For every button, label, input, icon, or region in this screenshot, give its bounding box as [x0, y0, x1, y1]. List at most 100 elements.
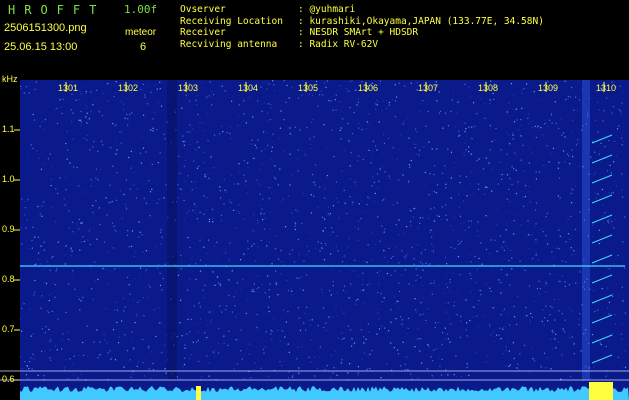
noise-speck: [407, 369, 409, 371]
noise-speck: [319, 356, 321, 358]
noise-speck: [67, 149, 69, 151]
noise-speck: [147, 100, 150, 102]
noise-speck: [348, 238, 350, 240]
x-tick-label: 1307: [418, 83, 439, 93]
noise-speck: [30, 357, 32, 359]
noise-speck: [114, 309, 116, 311]
noise-speck: [144, 271, 146, 273]
noise-speck: [577, 139, 579, 141]
noise-speck: [285, 101, 287, 103]
noise-speck: [260, 86, 262, 88]
noise-speck: [99, 354, 101, 356]
noise-speck: [243, 378, 245, 380]
noise-speck: [417, 226, 419, 229]
noise-speck: [274, 235, 276, 237]
info-value: : @yuhmari: [298, 4, 356, 15]
noise-speck: [489, 102, 491, 105]
noise-speck: [213, 245, 215, 247]
noise-speck: [602, 293, 604, 295]
noise-speck: [243, 218, 245, 220]
info-value: : Radix RV-62V: [298, 38, 379, 50]
noise-speck: [326, 148, 328, 150]
noise-speck: [592, 318, 594, 320]
noise-speck: [204, 332, 206, 334]
noise-speck: [195, 263, 197, 265]
noise-speck: [337, 250, 339, 252]
noise-speck: [377, 173, 379, 175]
noise-speck: [370, 116, 372, 118]
noise-speck: [616, 258, 618, 260]
noise-speck: [464, 229, 466, 232]
noise-speck: [401, 274, 403, 276]
noise-speck: [223, 120, 225, 122]
noise-speck: [560, 352, 562, 354]
noise-speck: [27, 199, 29, 201]
noise-speck: [554, 359, 557, 361]
noise-speck: [209, 81, 211, 83]
noise-speck: [278, 258, 280, 260]
noise-speck: [543, 324, 545, 326]
noise-speck: [470, 261, 472, 263]
noise-speck: [502, 353, 504, 355]
noise-speck: [466, 366, 468, 368]
noise-speck: [471, 138, 473, 140]
noise-speck: [189, 331, 191, 333]
noise-speck: [624, 366, 627, 368]
noise-speck: [535, 252, 537, 255]
noise-speck: [317, 324, 319, 327]
noise-speck: [184, 159, 186, 161]
noise-speck: [137, 369, 139, 371]
noise-speck: [534, 102, 536, 104]
noise-speck: [152, 318, 154, 320]
noise-speck: [490, 233, 492, 235]
noise-speck: [277, 329, 279, 331]
noise-speck: [211, 208, 214, 210]
noise-speck: [490, 239, 492, 241]
noise-speck: [434, 326, 436, 329]
noise-speck: [445, 204, 447, 206]
noise-speck: [149, 191, 152, 193]
noise-speck: [157, 162, 159, 164]
noise-speck: [231, 100, 233, 102]
noise-speck: [390, 309, 392, 311]
noise-speck: [512, 134, 514, 136]
noise-speck: [551, 262, 553, 264]
noise-speck: [270, 158, 272, 160]
info-row: Receiver: NESDR SMArt + HDSDR: [180, 27, 544, 39]
noise-speck: [616, 147, 619, 149]
noise-speck: [591, 334, 594, 336]
noise-speck: [118, 267, 120, 269]
noise-speck: [428, 141, 430, 143]
noise-speck: [614, 219, 616, 221]
noise-speck: [90, 90, 92, 92]
noise-speck: [535, 209, 537, 211]
noise-speck: [473, 193, 475, 195]
noise-speck: [121, 320, 123, 322]
noise-speck: [283, 264, 285, 266]
noise-speck: [459, 336, 461, 338]
noise-speck: [245, 122, 247, 124]
noise-speck: [601, 347, 603, 350]
noise-speck: [183, 218, 186, 220]
noise-speck: [109, 184, 111, 186]
noise-speck: [266, 245, 268, 247]
noise-speck: [406, 356, 408, 358]
noise-speck: [159, 152, 161, 154]
noise-speck: [50, 178, 52, 180]
noise-speck: [337, 218, 340, 220]
noise-speck: [489, 287, 491, 289]
noise-speck: [350, 329, 352, 331]
noise-speck: [416, 131, 418, 133]
noise-speck: [395, 318, 397, 320]
noise-speck: [594, 311, 596, 313]
noise-speck: [158, 307, 160, 309]
x-tick-label: 1310: [596, 83, 617, 93]
noise-speck: [138, 277, 140, 279]
noise-speck: [332, 316, 334, 318]
noise-speck: [433, 207, 435, 209]
noise-speck: [513, 220, 515, 222]
noise-speck: [301, 222, 303, 224]
noise-speck: [361, 129, 363, 131]
noise-speck: [194, 181, 196, 183]
noise-speck: [432, 250, 435, 252]
